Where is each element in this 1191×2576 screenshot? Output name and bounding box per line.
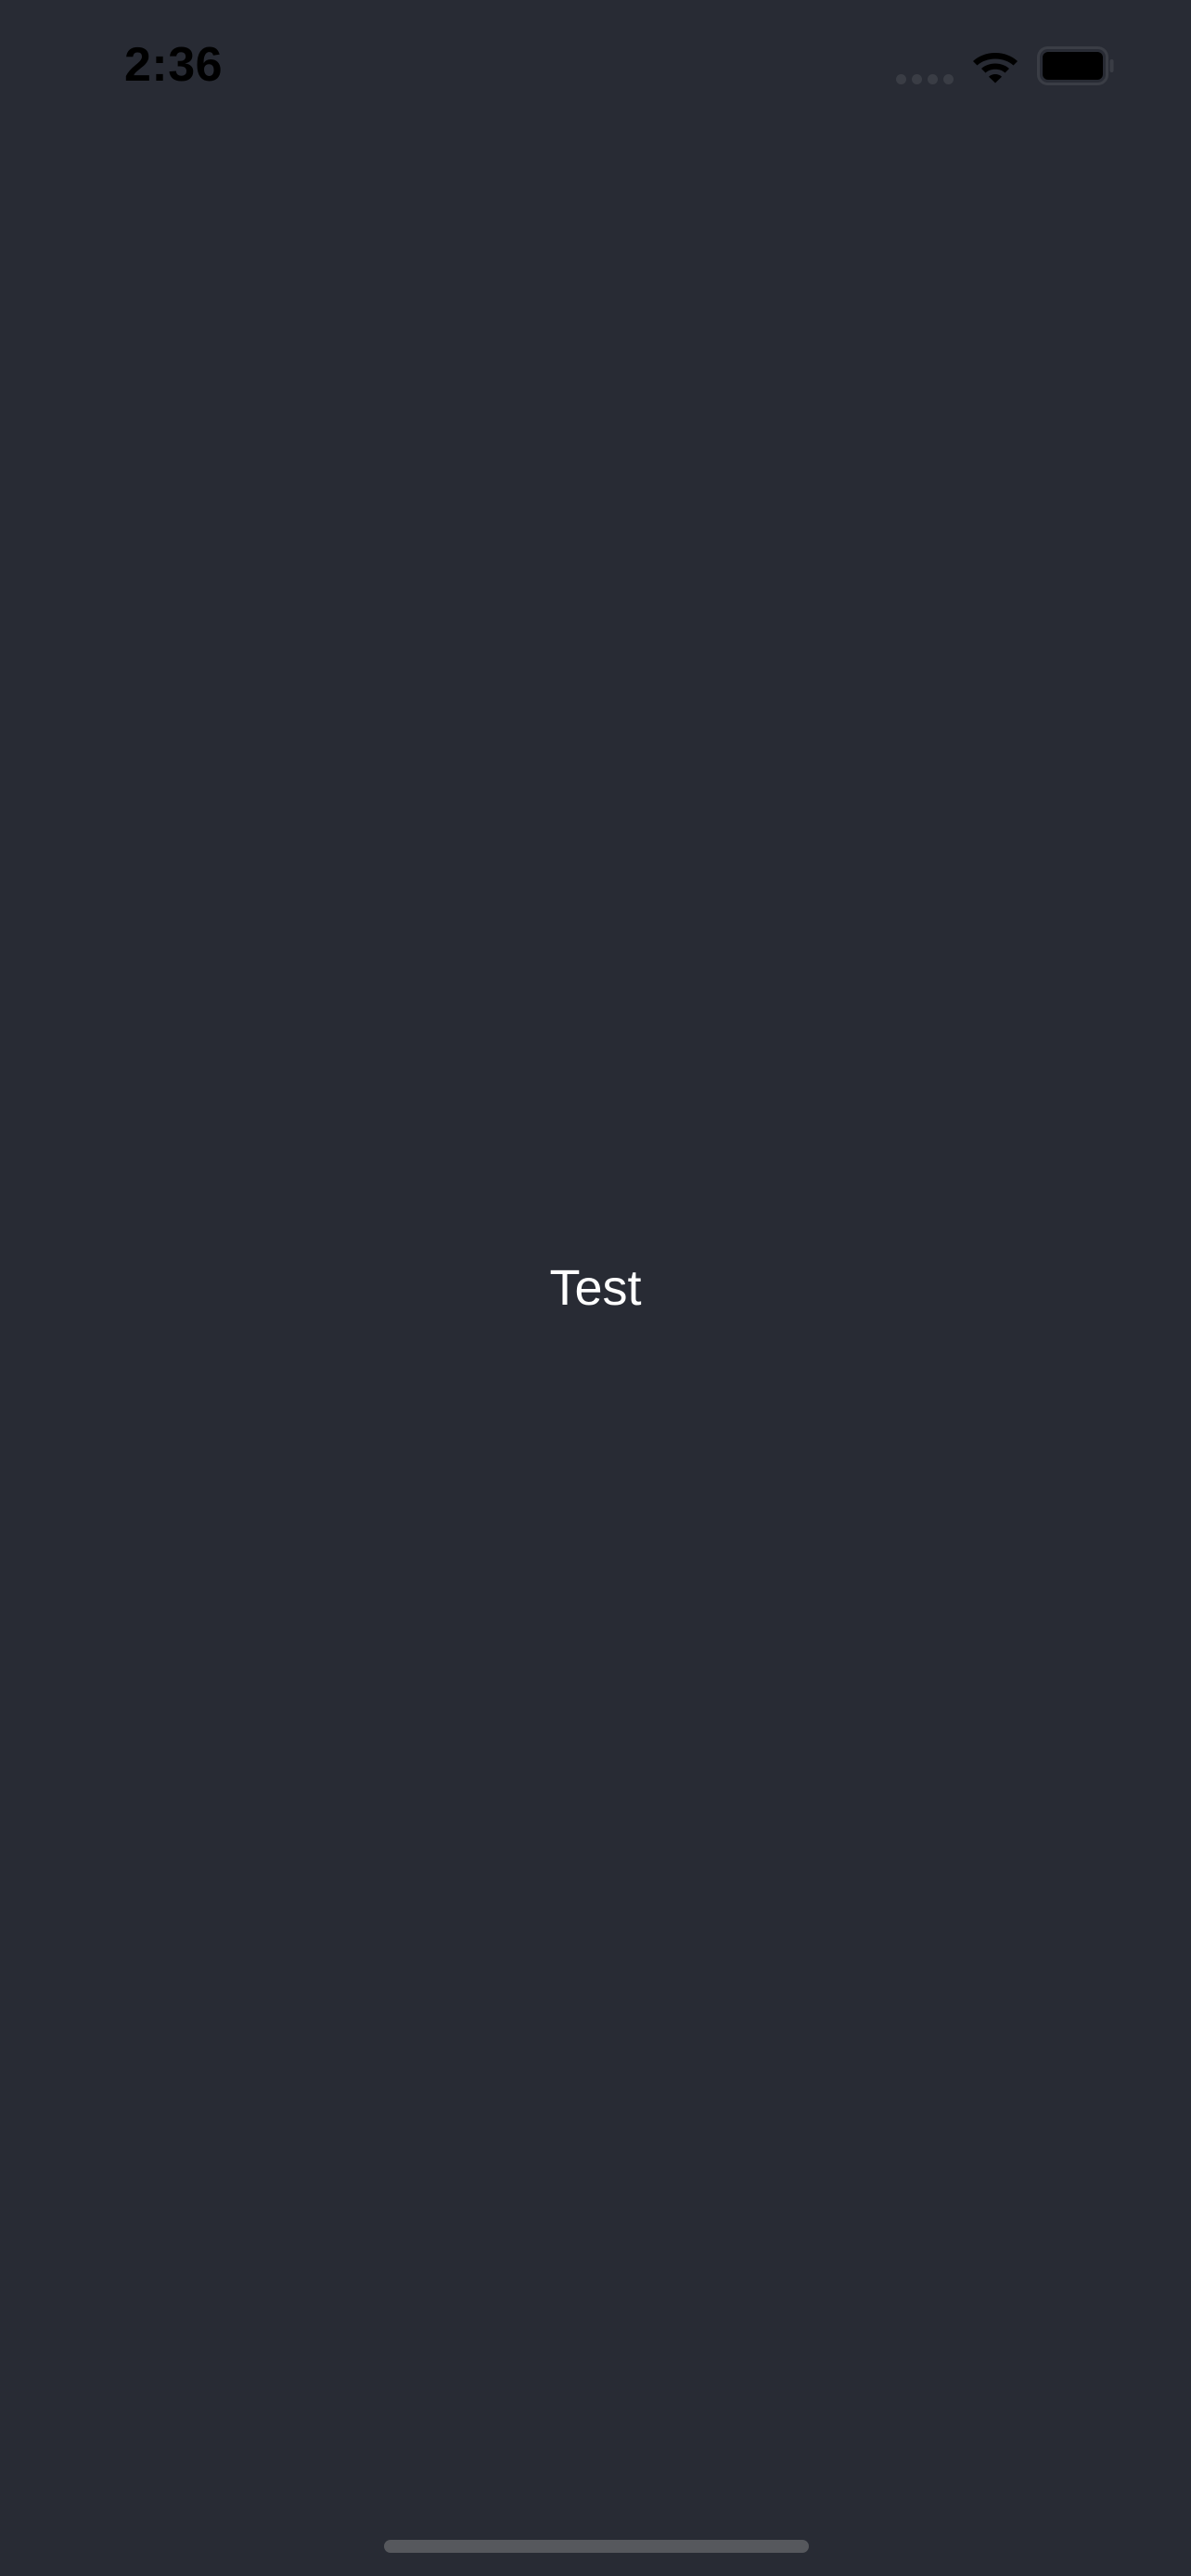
battery-icon [1037,46,1114,85]
status-icons [896,43,1115,89]
signal-icon [896,47,954,84]
signal-dot [912,74,922,84]
status-time: 2:36 [124,38,224,92]
home-indicator[interactable] [384,2540,809,2553]
signal-dot [928,74,938,84]
wifi-icon [973,53,1018,83]
signal-dot [943,74,954,84]
app-screen: 2:36 Test [0,0,1191,2576]
status-bar: 2:36 [0,0,1191,130]
signal-dot [896,74,906,84]
main-label: Test [549,1260,642,1316]
